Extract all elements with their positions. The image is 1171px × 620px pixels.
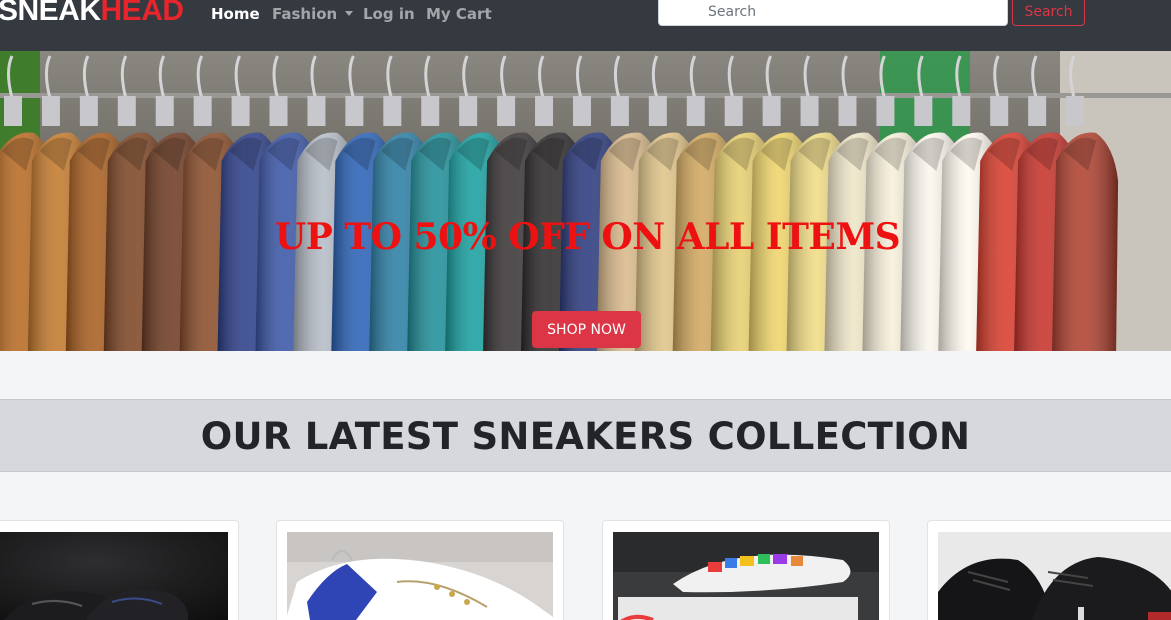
hero-title: UP TO 50% OFF ON ALL ITEMS — [274, 216, 901, 258]
hanger-clip — [1028, 96, 1047, 126]
section-banner: OUR LATEST SNEAKERS COLLECTION — [0, 399, 1171, 472]
product-image — [613, 532, 879, 620]
search-input[interactable] — [658, 0, 1008, 26]
nav-login-link[interactable]: Log in — [363, 5, 415, 23]
navbar: SNEAKHEAD Home Fashion Log in My Cart Se… — [0, 0, 1171, 51]
hanger-clip — [4, 96, 22, 126]
hanger-clip — [193, 96, 212, 126]
hanger-clip — [876, 96, 895, 126]
product-card[interactable] — [602, 520, 890, 620]
hanger-clip — [990, 96, 1009, 126]
nav-cart-link[interactable]: My Cart — [426, 5, 492, 23]
hanger-clip — [41, 96, 60, 126]
hanger-clip — [117, 96, 136, 126]
hanger-clip — [155, 96, 174, 126]
product-card[interactable] — [0, 520, 239, 620]
product-image — [287, 532, 553, 620]
hanger-clip — [724, 96, 743, 126]
brand-logo[interactable]: SNEAKHEAD — [0, 0, 184, 28]
section-title: OUR LATEST SNEAKERS COLLECTION — [200, 415, 971, 458]
hanger-clip — [79, 96, 98, 126]
hero-image — [0, 51, 1171, 351]
product-image — [0, 532, 228, 620]
brand-accent: HEAD — [100, 0, 185, 27]
search-button[interactable]: Search — [1012, 0, 1085, 26]
product-card[interactable] — [276, 520, 564, 620]
hanger-clip — [535, 96, 554, 126]
brand-primary: SNEAK — [0, 0, 101, 27]
hanger-clip — [497, 96, 516, 126]
hanger-clip — [762, 96, 781, 126]
hanger-clip — [269, 96, 288, 126]
hanger-clip — [800, 96, 819, 126]
hanger-clip — [231, 96, 250, 126]
hanger-clip — [459, 96, 478, 126]
hanger-clip — [686, 96, 705, 126]
hanger-clip — [307, 96, 326, 126]
hanger-clip — [610, 96, 629, 126]
product-image — [938, 532, 1171, 620]
hero-banner: UP TO 50% OFF ON ALL ITEMS SHOP NOW — [0, 51, 1171, 351]
shop-now-button[interactable]: SHOP NOW — [532, 311, 641, 348]
hanger-clip — [345, 96, 364, 126]
product-card[interactable] — [927, 520, 1171, 620]
hanger-clip — [952, 96, 971, 126]
hanger-clip — [648, 96, 667, 126]
hanger-clip — [1066, 96, 1085, 126]
hanger-clip — [383, 96, 402, 126]
hanger-clip — [838, 96, 857, 126]
nav-home-link[interactable]: Home — [211, 5, 260, 23]
hanger-clip — [572, 96, 591, 126]
nav-fashion-label: Fashion — [272, 5, 338, 23]
nav-fashion-dropdown[interactable]: Fashion — [272, 5, 354, 23]
hanger-clip — [914, 96, 933, 126]
chevron-down-icon — [345, 11, 354, 16]
hanger-clip — [421, 96, 440, 126]
